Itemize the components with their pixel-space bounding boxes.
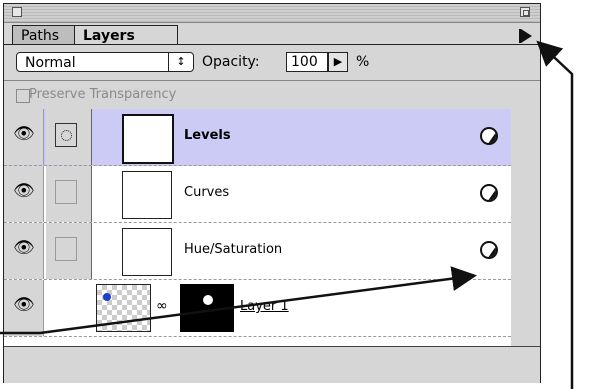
layer-row-hue-saturation[interactable]: 👁 Hue/Saturation — [4, 223, 511, 280]
opacity-label: Opacity: — [202, 54, 260, 70]
opacity-unit: % — [356, 54, 370, 70]
eye-icon[interactable]: 👁 — [13, 240, 35, 257]
chain-link-icon[interactable]: ∞ — [156, 298, 168, 314]
layer-row-curves[interactable]: 👁 Curves — [4, 166, 511, 223]
layer-list: 👁 Levels 👁 Curves 👁 Hue/Saturation 👁 ∞ L… — [4, 109, 512, 346]
blend-mode-value: Normal — [25, 55, 76, 71]
visibility-cell[interactable]: 👁 — [4, 223, 44, 279]
layer-name: Curves — [184, 185, 230, 200]
tab-paths[interactable]: Paths — [12, 25, 76, 45]
empty-box-icon — [55, 237, 77, 261]
adjustment-layer-icon — [480, 184, 498, 202]
annotation-arrow-to-menu-triangle — [536, 40, 574, 389]
preserve-transparency-checkbox[interactable] — [16, 89, 30, 103]
visibility-cell[interactable]: 👁 — [4, 109, 44, 165]
palette-title-bar[interactable] — [4, 4, 540, 23]
layer-mask-thumbnail[interactable] — [180, 284, 234, 332]
palette-bottom-bar — [4, 346, 540, 383]
layer-thumbnail — [122, 228, 172, 276]
tab-divider — [4, 44, 540, 45]
adjustment-layer-icon — [480, 127, 498, 145]
popup-arrows-icon: ↕ — [168, 53, 193, 71]
layer-name: Layer 1 — [240, 299, 289, 314]
layer-row-levels[interactable]: 👁 Levels — [4, 109, 511, 166]
zoom-box-icon[interactable] — [520, 7, 530, 17]
preserve-transparency-label: Preserve Transparency — [29, 87, 177, 102]
layer-name: Levels — [184, 128, 231, 143]
opacity-slider-button[interactable]: ▶ — [328, 52, 348, 72]
preserve-transparency-row: Preserve Transparency — [4, 80, 540, 110]
opacity-input[interactable]: 100 — [286, 52, 328, 72]
eye-icon[interactable]: 👁 — [13, 183, 35, 200]
visibility-cell[interactable]: 👁 — [4, 166, 44, 222]
vertical-scrollbar[interactable] — [511, 109, 540, 346]
layers-palette: Paths Layers Normal ↕ Opacity: 100 ▶ % P… — [3, 3, 541, 383]
visibility-cell[interactable]: 👁 — [4, 280, 44, 336]
edit-mask-cell[interactable] — [46, 166, 92, 222]
tab-layers[interactable]: Layers — [74, 25, 178, 45]
blend-mode-select[interactable]: Normal ↕ — [16, 52, 194, 72]
close-box-icon[interactable] — [12, 7, 22, 17]
layer-thumbnail — [122, 114, 174, 164]
palette-menu-triangle-icon[interactable] — [519, 29, 532, 43]
edit-mask-cell[interactable] — [46, 109, 92, 165]
layer-row-layer-1[interactable]: 👁 ∞ Layer 1 — [4, 280, 511, 337]
adjustment-layer-icon — [480, 241, 498, 259]
empty-box-icon — [55, 180, 77, 204]
layer-thumbnail — [96, 284, 151, 332]
edit-mask-cell[interactable] — [46, 223, 92, 279]
layer-thumbnail — [122, 171, 172, 219]
eye-icon[interactable]: 👁 — [13, 126, 35, 143]
layer-name: Hue/Saturation — [184, 242, 283, 257]
paintbrush-icon — [55, 123, 77, 147]
eye-icon[interactable]: 👁 — [13, 297, 35, 314]
